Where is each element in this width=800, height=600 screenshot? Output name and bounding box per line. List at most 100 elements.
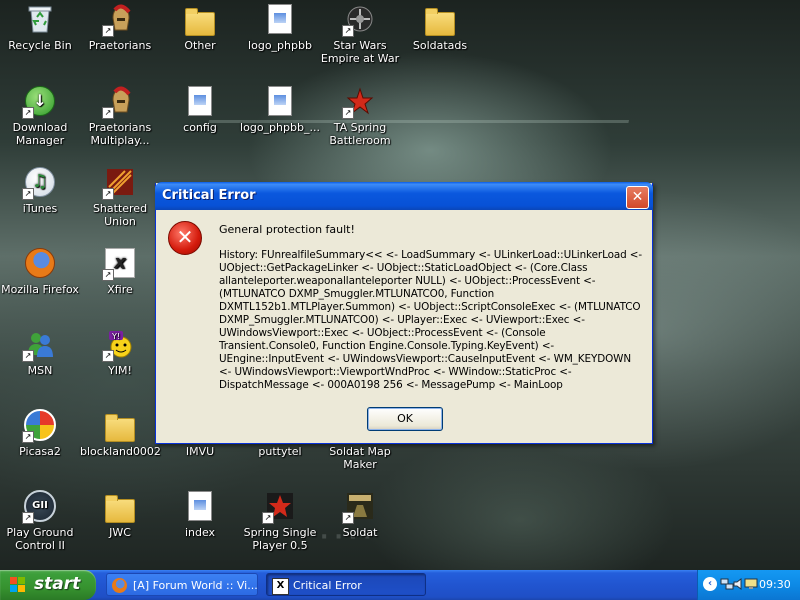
desktop-icon-logo-phpbb[interactable]: logo_phpbb bbox=[240, 3, 320, 52]
shortcut-arrow-icon: ↗ bbox=[342, 512, 354, 524]
close-button[interactable]: ✕ bbox=[626, 186, 649, 209]
desktop-icon-label: Picasa2 bbox=[19, 445, 61, 458]
start-button[interactable]: start bbox=[0, 570, 96, 600]
taskbar-button-label: Critical Error bbox=[293, 579, 362, 592]
desktop-icon-label: Soldat bbox=[342, 526, 378, 539]
desktop-icon-label: Mozilla Firefox bbox=[1, 283, 79, 296]
desktop-icon-label: Download Manager bbox=[12, 121, 68, 147]
desktop-icon-spring-single-player[interactable]: ↗ Spring Single Player 0.5 bbox=[240, 490, 320, 552]
firefox-icon bbox=[112, 578, 127, 593]
desktop-icon-config[interactable]: config bbox=[160, 85, 240, 134]
image-file-icon bbox=[264, 85, 296, 117]
desktop-icon-label: Other bbox=[184, 39, 216, 52]
desktop-icon-xfire[interactable]: x ↗ Xfire bbox=[80, 247, 160, 296]
desktop-icon-label: config bbox=[183, 121, 217, 134]
desktop-icon-picasa[interactable]: ↗ Picasa2 bbox=[0, 409, 80, 458]
shortcut-arrow-icon: ↗ bbox=[22, 512, 34, 524]
desktop-icon-star-wars[interactable]: ↗ Star Wars Empire at War bbox=[320, 3, 400, 65]
shortcut-arrow-icon: ↗ bbox=[22, 188, 34, 200]
system-tray: ‹ 09:30 bbox=[697, 570, 800, 600]
shortcut-arrow-icon: ↗ bbox=[262, 512, 274, 524]
desktop-icon-praetorians-multiplayer[interactable]: ↗ Praetorians Multiplay... bbox=[80, 85, 160, 147]
desktop-icon-jwc[interactable]: JWC bbox=[80, 490, 160, 539]
folder-icon bbox=[424, 3, 456, 36]
taskbar-button-forum-world[interactable]: [A] Forum World :: Vi... bbox=[106, 573, 258, 596]
desktop-icon-label: YIM! bbox=[108, 364, 132, 377]
desktop-icon-yim[interactable]: Y! ↗ YIM! bbox=[80, 328, 160, 377]
show-hidden-icons-icon[interactable]: ‹ bbox=[703, 577, 717, 591]
desktop: ···· Recycle Bin ↗ Praetorians Other log… bbox=[0, 0, 800, 570]
svg-text:Y!: Y! bbox=[111, 332, 120, 341]
desktop-icon-index[interactable]: index bbox=[160, 490, 240, 539]
desktop-icon-label: Recycle Bin bbox=[8, 39, 72, 52]
shortcut-arrow-icon: ↗ bbox=[102, 350, 114, 362]
desktop-icon-other[interactable]: Other bbox=[160, 3, 240, 52]
ok-button[interactable]: OK bbox=[367, 407, 443, 431]
folder-icon bbox=[104, 490, 136, 523]
desktop-icon-label: MSN bbox=[27, 364, 53, 377]
desktop-icon-msn[interactable]: ↗ MSN bbox=[0, 328, 80, 377]
shortcut-arrow-icon: ↗ bbox=[342, 107, 354, 119]
shortcut-arrow-icon: ↗ bbox=[102, 188, 114, 200]
shortcut-arrow-icon: ↗ bbox=[22, 431, 34, 443]
desktop-icon-ta-spring[interactable]: ↗ TA Spring Battleroom bbox=[320, 85, 400, 147]
desktop-icon-itunes[interactable]: ♫ ↗ iTunes bbox=[0, 166, 80, 215]
image-file-icon bbox=[264, 3, 296, 35]
critical-error-dialog: Critical Error ✕ ✕ General protection fa… bbox=[155, 182, 653, 444]
desktop-icon-label: Shattered Union bbox=[92, 202, 148, 228]
desktop-icon-label: Xfire bbox=[107, 283, 133, 296]
dialog-titlebar[interactable]: Critical Error ✕ bbox=[155, 182, 653, 210]
error-icon: ✕ bbox=[168, 221, 202, 255]
desktop-icon-label: Praetorians Multiplay... bbox=[88, 121, 152, 147]
taskbar-button-label: [A] Forum World :: Vi... bbox=[133, 579, 258, 592]
desktop-icon-label: index bbox=[184, 526, 216, 539]
desktop-icon-label: puttytel bbox=[258, 445, 302, 458]
text-file-icon bbox=[184, 85, 216, 117]
desktop-icon-shattered-union[interactable]: ↗ Shattered Union bbox=[80, 166, 160, 228]
desktop-icon-label: Praetorians bbox=[88, 39, 152, 52]
desktop-icon-label: Play Ground Control II bbox=[6, 526, 74, 552]
shortcut-arrow-icon: ↗ bbox=[22, 107, 34, 119]
shortcut-arrow-icon: ↗ bbox=[102, 107, 114, 119]
desktop-icon-firefox[interactable]: Mozilla Firefox bbox=[0, 247, 80, 296]
close-icon: ✕ bbox=[631, 189, 644, 205]
desktop-icon-label: TA Spring Battleroom bbox=[329, 121, 391, 147]
desktop-icon-logo-phpbb-2[interactable]: logo_phpbb_... bbox=[240, 85, 320, 134]
error-history: History: FUnrealfileSummary<< <- LoadSum… bbox=[219, 249, 643, 391]
shortcut-arrow-icon: ↗ bbox=[102, 269, 114, 281]
desktop-icon-label: Star Wars Empire at War bbox=[320, 39, 400, 65]
desktop-icon-recycle-bin[interactable]: Recycle Bin bbox=[0, 3, 80, 52]
text-file-icon bbox=[184, 490, 216, 522]
shortcut-arrow-icon: ↗ bbox=[342, 25, 354, 37]
desktop-icon-label: logo_phpbb bbox=[248, 39, 312, 52]
deus-ex-icon: X bbox=[272, 578, 289, 595]
shortcut-arrow-icon: ↗ bbox=[102, 25, 114, 37]
folder-icon bbox=[184, 3, 216, 36]
taskbar-button-critical-error[interactable]: X Critical Error bbox=[266, 573, 426, 596]
desktop-icon-label: Soldat Map Maker bbox=[329, 445, 391, 471]
monitor-icon[interactable] bbox=[744, 577, 758, 591]
desktop-icon-label: Soldatads bbox=[412, 39, 468, 52]
desktop-icon-label: JWC bbox=[109, 526, 131, 539]
desktop-icon-soldat[interactable]: ↗ Soldat bbox=[320, 490, 400, 539]
desktop-icon-label: blockland0002 bbox=[80, 445, 161, 458]
shortcut-arrow-icon: ↗ bbox=[22, 350, 34, 362]
desktop-icon-label: logo_phpbb_... bbox=[240, 121, 320, 134]
windows-logo-icon bbox=[10, 577, 26, 593]
start-label: start bbox=[34, 574, 81, 594]
firefox-icon bbox=[24, 247, 56, 279]
taskbar: start [A] Forum World :: Vi... X Critica… bbox=[0, 570, 800, 600]
folder-icon bbox=[104, 409, 136, 442]
desktop-icon-ground-control[interactable]: GII ↗ Play Ground Control II bbox=[0, 490, 80, 552]
desktop-icon-blockland[interactable]: blockland0002 bbox=[80, 409, 161, 458]
error-heading: General protection fault! bbox=[219, 223, 355, 236]
clock[interactable]: 09:30 bbox=[759, 578, 791, 591]
desktop-icon-label: iTunes bbox=[22, 202, 58, 215]
desktop-icon-label: Spring Single Player 0.5 bbox=[243, 526, 317, 552]
desktop-icon-download-manager[interactable]: ↓ ↗ Download Manager bbox=[0, 85, 80, 147]
dialog-title: Critical Error bbox=[162, 188, 256, 203]
recycle-bin-icon bbox=[24, 3, 56, 35]
desktop-icon-praetorians[interactable]: ↗ Praetorians bbox=[80, 3, 160, 52]
desktop-icon-label: IMVU bbox=[185, 445, 215, 458]
desktop-icon-soldatads[interactable]: Soldatads bbox=[400, 3, 480, 52]
